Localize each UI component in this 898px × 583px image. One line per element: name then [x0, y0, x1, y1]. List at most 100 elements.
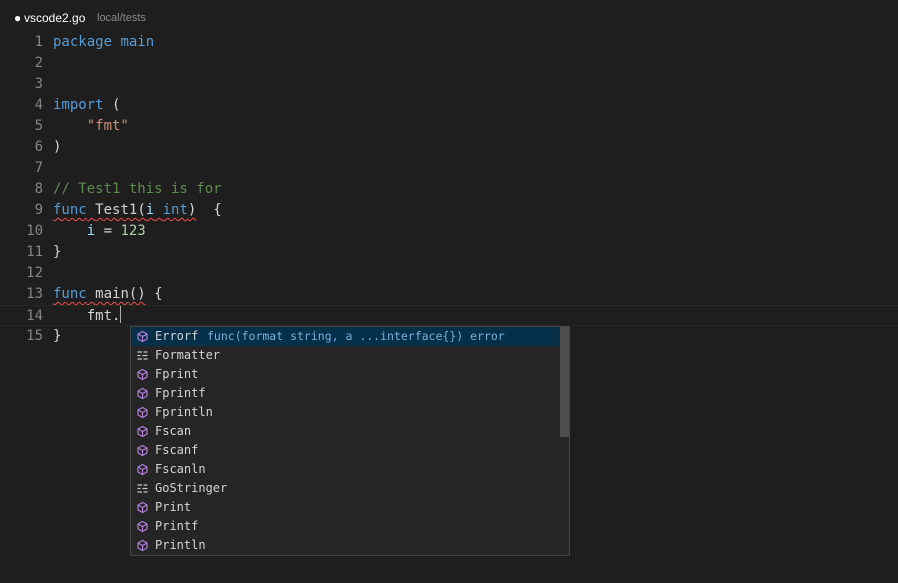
suggestion-item[interactable]: Formatter: [131, 346, 559, 365]
code-token: }: [53, 244, 62, 260]
line-code[interactable]: // Test1 this is for: [53, 179, 222, 200]
file-name[interactable]: vscode2.go: [24, 11, 85, 25]
code-line[interactable]: 7: [0, 158, 898, 179]
suggestion-label: Println: [155, 538, 206, 552]
code-line[interactable]: 12: [0, 263, 898, 284]
suggestion-label: Errorf: [155, 329, 199, 343]
line-number: 12: [26, 265, 43, 281]
suggestion-label: Fprintf: [155, 386, 206, 400]
interface-icon: [137, 484, 148, 493]
suggestion-label: Fscanln: [155, 462, 206, 476]
code-token: "fmt": [86, 118, 129, 134]
function-icon: [137, 501, 148, 514]
line-number: 11: [26, 244, 43, 260]
suggestion-label: Printf: [155, 519, 199, 533]
error-token: int: [162, 202, 188, 218]
function-icon: [137, 425, 148, 438]
line-number: 6: [34, 139, 43, 155]
code-token: {: [196, 202, 222, 218]
code-token: package: [53, 34, 113, 50]
code-token: 123: [120, 223, 146, 239]
suggestion-label: Print: [155, 500, 192, 514]
interface-icon: [137, 351, 148, 360]
line-number: 8: [34, 181, 43, 197]
line-code[interactable]: }: [53, 326, 61, 347]
line-number: 3: [34, 76, 43, 92]
function-icon: [137, 368, 148, 381]
code-line[interactable]: 4 import (: [0, 95, 898, 116]
suggestion-item[interactable]: Printf: [131, 517, 559, 536]
line-code[interactable]: fmt.: [53, 306, 122, 327]
suggestion-item[interactable]: Fscanf: [131, 441, 559, 460]
error-token: func: [53, 286, 87, 302]
suggestion-widget[interactable]: Errorf func(format string, a ...interface…: [130, 326, 570, 556]
suggestion-item[interactable]: Errorf func(format string, a ...interface…: [131, 327, 559, 346]
line-code[interactable]: func Test1(i int) {: [53, 200, 222, 221]
error-token: i: [145, 202, 155, 218]
code-line[interactable]: 10 i = 123: [0, 221, 898, 242]
line-number: 5: [34, 118, 43, 134]
code-token: {: [145, 286, 163, 302]
suggestion-scrollbar[interactable]: [560, 327, 569, 437]
suggestion-item[interactable]: Print: [131, 498, 559, 517]
suggestion-item[interactable]: Fscan: [131, 422, 559, 441]
line-number: 2: [34, 55, 43, 71]
suggestion-item[interactable]: Fprintln: [131, 403, 559, 422]
title-bar: ● vscode2.go local/tests: [0, 0, 898, 34]
code-line[interactable]: 9 func Test1(i int) {: [0, 200, 898, 221]
error-token: [87, 286, 95, 302]
code-line[interactable]: 11}: [0, 242, 898, 263]
code-line[interactable]: 3: [0, 74, 898, 95]
line-number: 10: [26, 223, 43, 239]
code-token: main: [120, 34, 155, 50]
code-token: }: [53, 328, 62, 344]
error-token: (): [128, 286, 146, 302]
unsaved-indicator: ●: [14, 11, 22, 25]
suggestion-item[interactable]: Println: [131, 536, 559, 555]
vscode-window: ● vscode2.go local/tests 1 package main 2 3…: [0, 0, 898, 583]
code-token: i: [86, 223, 96, 239]
line-number: 15: [26, 328, 43, 344]
function-icon: [137, 539, 148, 552]
suggestion-item[interactable]: GoStringer: [131, 479, 559, 498]
code-line[interactable]: 8 // Test1 this is for: [0, 179, 898, 200]
line-code[interactable]: func main() {: [53, 284, 163, 305]
line-number: 9: [34, 202, 43, 218]
code-token: // Test1 this is for: [53, 181, 222, 197]
suggestion-label: Fprint: [155, 367, 199, 381]
error-token: (: [137, 202, 146, 218]
error-token: [87, 202, 95, 218]
suggestion-label: Fscanf: [155, 443, 199, 457]
code-line[interactable]: 5 "fmt": [0, 116, 898, 137]
suggestion-item[interactable]: Fprintf: [131, 384, 559, 403]
line-code[interactable]: i = 123: [53, 221, 146, 242]
error-token: Test1: [95, 202, 138, 218]
code-token: fmt: [86, 308, 113, 324]
error-token: func: [53, 202, 87, 218]
line-code[interactable]: "fmt": [53, 116, 129, 137]
suggestion-label: GoStringer: [155, 481, 228, 495]
code-line[interactable]: 13 func main() {: [0, 284, 898, 305]
line-code[interactable]: ): [53, 137, 61, 158]
suggestion-detail: func(format string, a ...interface{}) er…: [207, 329, 505, 343]
line-code[interactable]: package main: [53, 32, 154, 53]
suggestion-label: Fprintln: [155, 405, 213, 419]
error-token: [154, 202, 162, 218]
code-line[interactable]: 2: [0, 53, 898, 74]
suggestion-item[interactable]: Fprint: [131, 365, 559, 384]
suggestion-label: Fscan: [155, 424, 192, 438]
line-code[interactable]: }: [53, 242, 61, 263]
line-code[interactable]: import (: [53, 95, 120, 116]
code-line[interactable]: 6): [0, 137, 898, 158]
function-icon: [137, 406, 148, 419]
code-line[interactable]: 1 package main: [0, 32, 898, 53]
line-number: 4: [34, 97, 43, 113]
line-number: 14: [26, 308, 43, 324]
code-line[interactable]: 14 fmt.: [0, 305, 898, 326]
line-number: 13: [26, 286, 43, 302]
suggestion-item[interactable]: Fscanln: [131, 460, 559, 479]
suggestion-label: Formatter: [155, 348, 221, 362]
